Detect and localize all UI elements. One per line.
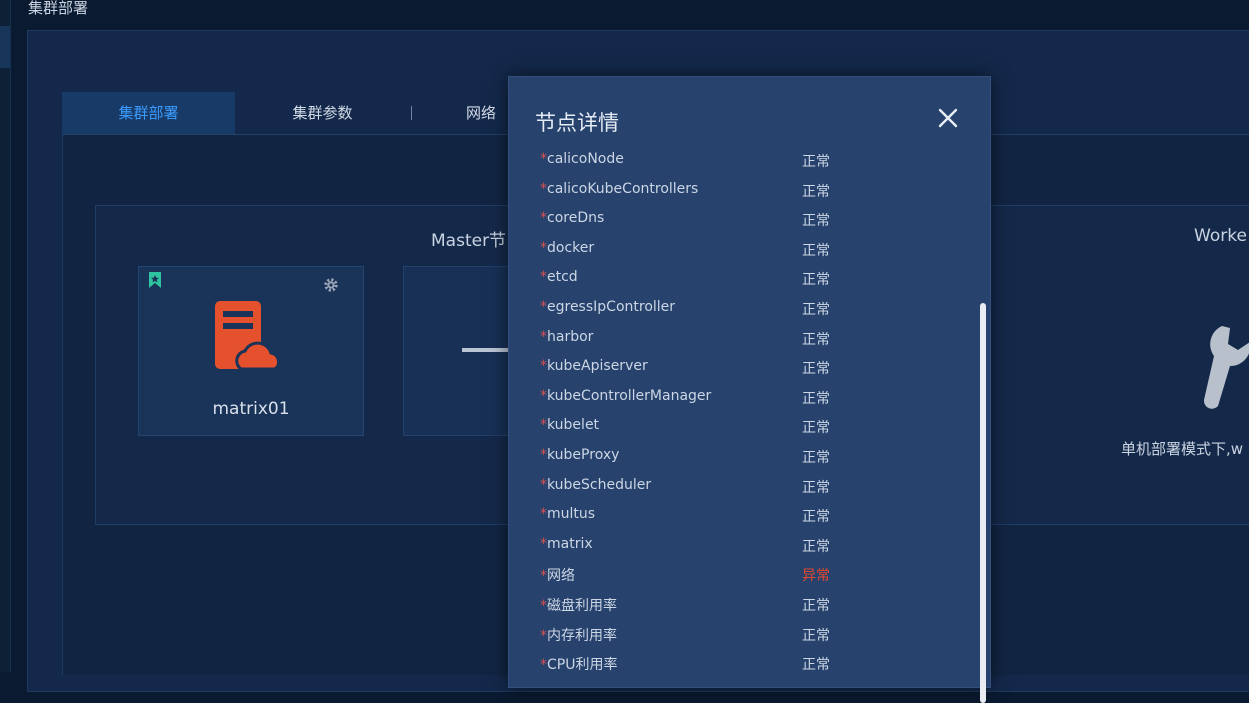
status-value: 异常 [802,568,830,585]
status-value: 正常 [802,420,830,437]
status-value: 正常 [802,154,830,170]
wrench-icon [1200,322,1249,418]
status-label: *coreDns [540,210,605,227]
node-detail-modal: 节点详情 *calicoNode 正常 *calicoKubeController… [508,76,991,703]
status-row: *内存利用率 正常 [509,620,969,650]
status-row: *calicoNode 正常 [509,146,969,176]
status-row: *CPU利用率 正常 [509,649,969,679]
status-value: 正常 [802,390,830,407]
status-value: 正常 [802,627,830,644]
status-value: 正常 [802,538,830,555]
status-row: *harbor 正常 [509,324,969,354]
add-node-card[interactable] [403,266,515,436]
status-row: *multus 正常 [509,501,969,531]
status-row: *磁盘利用率 正常 [509,590,969,620]
status-label: *磁盘利用率 [540,598,617,614]
status-row: *egressIpController 正常 [509,294,969,324]
tab-cluster-deploy[interactable]: 集群部署 [62,92,235,134]
status-label: *内存利用率 [540,627,617,644]
status-value: 正常 [802,302,830,318]
server-cloud-icon [211,299,287,379]
status-label: *kubeControllerManager [540,387,712,404]
status-row: *matrix 正常 [509,531,969,561]
worker-description: 单机部署模式下,w [1121,440,1244,458]
modal-title: 节点详情 [535,111,619,135]
status-label: *kubelet [540,417,600,434]
worker-section-title: Worke [1194,226,1247,246]
status-label: *CPU利用率 [540,657,618,674]
status-row: *coreDns 正常 [509,205,969,235]
status-row: *kubeControllerManager 正常 [509,383,969,413]
status-value: 正常 [802,479,830,496]
master-node-name: matrix01 [212,399,290,419]
status-label: *docker [540,239,595,256]
tab-separator [411,106,412,120]
status-value: 正常 [802,509,830,526]
status-label: *calicoNode [540,151,624,167]
status-value: 正常 [802,183,830,200]
status-label: *网络 [540,568,575,585]
close-icon[interactable] [937,107,959,129]
status-label: *egressIpController [540,299,676,315]
master-node-card[interactable]: matrix01 [138,266,364,436]
left-strip-marker [0,26,10,68]
status-row: *calicoKubeControllers 正常 [509,176,969,206]
add-node-dash [462,348,514,352]
left-strip [0,0,11,672]
status-value: 正常 [802,598,830,614]
master-section-title: Master节 [431,231,507,251]
status-row: *kubeApiserver 正常 [509,353,969,383]
status-label: *harbor [540,328,594,345]
scrollbar-thumb[interactable] [980,303,986,703]
gear-icon[interactable] [323,277,339,297]
status-label: *matrix [540,535,593,552]
bookmark-icon [147,271,163,293]
page-title: 集群部署 [28,0,89,17]
status-value: 正常 [802,213,830,230]
status-value: 正常 [802,272,830,289]
status-label: *etcd [540,269,578,286]
status-value: 正常 [802,331,830,348]
status-label: *multus [540,506,596,523]
status-row: *网络 异常 [509,560,969,590]
status-label: *kubeProxy [540,447,620,463]
status-value: 正常 [802,242,830,259]
status-row: *kubelet 正常 [509,412,969,442]
status-value: 正常 [802,361,830,378]
status-label: *kubeApiserver [540,358,648,375]
status-label: *calicoKubeControllers [540,180,699,197]
status-label: *kubeScheduler [540,476,652,493]
status-row: *kubeScheduler 正常 [509,472,969,502]
status-row: *docker 正常 [509,235,969,265]
tab-cluster-params[interactable]: 集群参数 [235,92,410,134]
status-row: *etcd 正常 [509,264,969,294]
status-row: *kubeProxy 正常 [509,442,969,472]
status-value: 正常 [802,450,830,466]
status-value: 正常 [802,657,830,674]
